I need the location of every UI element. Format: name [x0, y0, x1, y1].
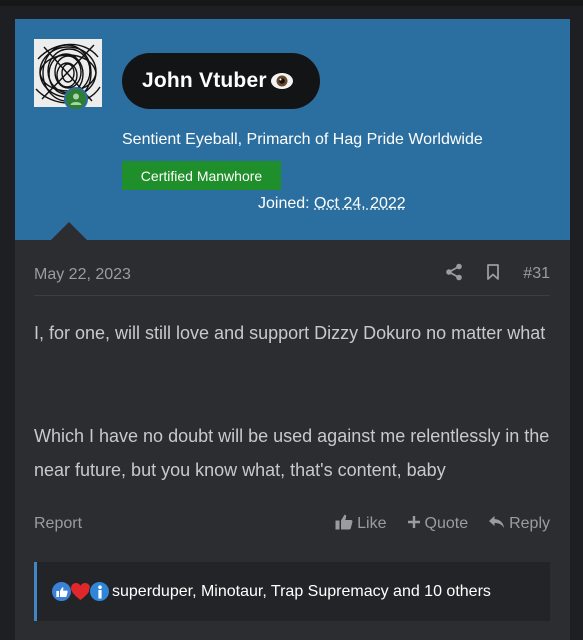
post-date[interactable]: May 22, 2023 — [34, 266, 131, 284]
post-actions: #31 — [445, 262, 550, 286]
joined-info: Joined: Oct 24, 2022 — [258, 195, 406, 213]
reaction-users-link[interactable]: superduper, Minotaur, Trap Supremacy and… — [112, 583, 491, 601]
joined-label: Joined: — [258, 195, 310, 212]
post-number-link[interactable]: #31 — [523, 265, 550, 283]
username-badge[interactable]: John Vtuber — [122, 53, 320, 109]
reply-arrow-icon — [488, 515, 505, 534]
user-title: Sentient Eyeball, Primarch of Hag Pride … — [122, 131, 483, 148]
thumbs-up-icon — [335, 514, 353, 535]
share-icon[interactable] — [445, 263, 463, 286]
top-bar — [0, 0, 583, 6]
quote-label: Quote — [424, 515, 469, 532]
message-paragraph: Which I have no doubt will be used again… — [34, 426, 550, 480]
like-label: Like — [357, 515, 387, 532]
quote-button[interactable]: Quote — [407, 515, 469, 534]
author-pointer-arrow — [51, 222, 87, 240]
like-button[interactable]: Like — [335, 514, 387, 535]
reply-button[interactable]: Reply — [488, 515, 550, 534]
joined-date: Oct 24, 2022 — [314, 195, 406, 212]
message-paragraph: I, for one, will still love and support … — [34, 323, 546, 343]
username[interactable]: John Vtuber — [142, 69, 267, 93]
love-reaction-icon — [70, 581, 91, 602]
divider — [34, 295, 550, 296]
author-header: John Vtuber Sentient Eyeball, Primarch o… — [15, 19, 570, 240]
report-link[interactable]: Report — [34, 515, 82, 533]
user-banner: Certified Manwhore — [122, 161, 281, 190]
eye-icon — [270, 71, 294, 91]
reactions-bar[interactable]: superduper, Minotaur, Trap Supremacy and… — [34, 562, 550, 621]
forum-post: John Vtuber Sentient Eyeball, Primarch o… — [15, 19, 570, 640]
plus-icon — [407, 515, 421, 534]
footer-actions: Like Quote Reply — [335, 514, 550, 535]
post-footer: Report Like Quote Reply — [34, 512, 550, 536]
bookmark-icon[interactable] — [485, 263, 501, 286]
informative-reaction-icon — [89, 581, 110, 602]
like-reaction-icon — [51, 581, 72, 602]
reply-label: Reply — [509, 515, 550, 532]
reaction-icons — [51, 581, 110, 602]
online-status-icon — [64, 87, 88, 111]
